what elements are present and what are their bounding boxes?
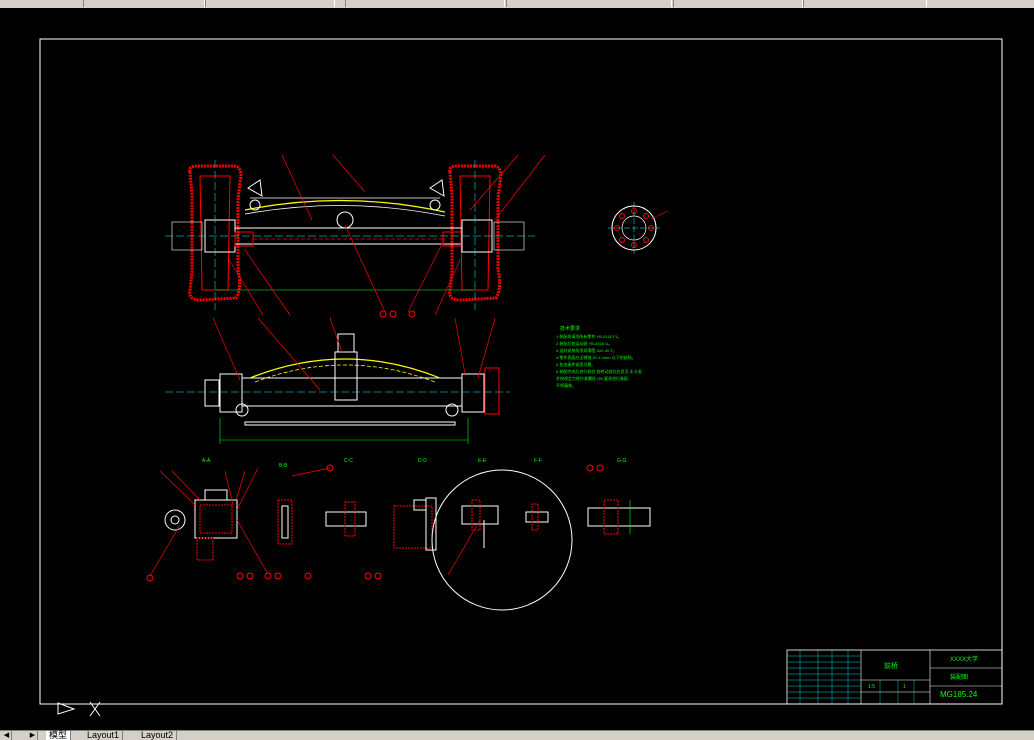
notes-title: 技术要求 <box>560 325 580 332</box>
flange-view <box>608 202 669 254</box>
note-line: 2.装配后各运动副 YB-4418 G。 <box>556 340 612 346</box>
section-label: F-F <box>534 458 542 464</box>
toolbar-dropdown-color[interactable] <box>803 0 927 7</box>
scale-value: 1:5 <box>868 684 875 690</box>
toolbar-dropdown-style[interactable] <box>205 0 335 7</box>
axle-front-view <box>165 317 510 444</box>
section-label: E-E <box>478 458 487 464</box>
toolbar-dropdown-lineweight[interactable] <box>506 0 672 7</box>
section-label: G-G <box>617 458 627 464</box>
sheet-border <box>39 38 1003 705</box>
section-label: B-B <box>279 463 288 469</box>
section-label: D-D <box>418 458 427 464</box>
title-block: 前桥 XXXX大学 装配图 MG185.24 1:5 1 <box>786 649 1003 705</box>
technical-notes: 技术要求 1.装配前清洗所有零件 YB-4118 F1。 2.装配后各运动副 Y… <box>556 325 643 388</box>
section-views: A-A B-B C-C D-D E-E F-F G-G <box>146 458 651 611</box>
section-label: C-C <box>344 458 353 464</box>
section-label: A-A <box>202 458 211 464</box>
note-line: 3.油封安装前涂润滑脂 34X-40 F。 <box>556 347 617 353</box>
drawing-number: MG185.24 <box>940 690 978 699</box>
axle-top-view <box>165 154 546 318</box>
toolbar-dropdown-linetype[interactable] <box>345 0 505 7</box>
drawing-canvas[interactable]: 技术要求 1.装配前清洗所有零件 YB-4118 F1。 2.装配后各运动副 Y… <box>0 8 1034 730</box>
note-line: 5.各连接件紧固可靠。 <box>556 361 595 367</box>
note-line: 6.装配完成后进行检验 各转动部位应灵活 无卡滞, <box>556 368 643 374</box>
toolbar-dropdown-layer[interactable] <box>83 0 205 7</box>
company-name: XXXX大学 <box>950 655 978 663</box>
sheet-value: 1 <box>903 684 906 690</box>
drawing-svg[interactable]: 技术要求 1.装配前清洗所有零件 YB-4118 F1。 2.装配后各运动副 Y… <box>0 8 1034 730</box>
note-line: 4.零件表面应无锈蚀 AT-4.4mm 以下的缺陷。 <box>556 354 636 360</box>
note-line: 1.装配前清洗所有零件 YB-4118 F1。 <box>556 333 622 339</box>
note-line: 并按规定力矩拧紧螺栓 GB 要求进行装配, <box>556 375 629 381</box>
toolbar-dropdown-plotstyle[interactable] <box>673 0 803 7</box>
part-name: 前桥 <box>884 661 898 670</box>
note-line: 不得漏装。 <box>556 382 576 388</box>
drawing-subtitle: 装配图 <box>950 673 968 681</box>
